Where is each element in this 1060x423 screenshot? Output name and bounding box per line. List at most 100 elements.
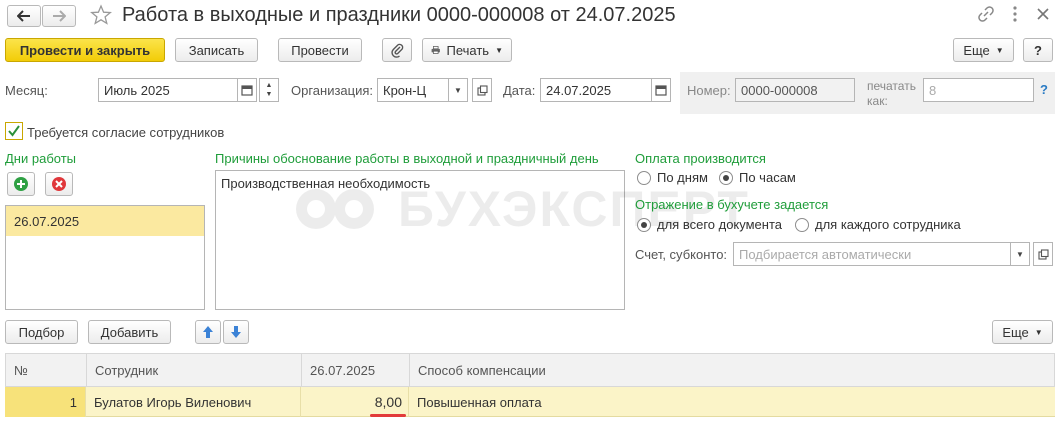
accounting-whole-doc-label: для всего документа — [657, 217, 782, 232]
table-more-button[interactable]: Еще ▼ — [992, 320, 1053, 344]
printer-icon — [431, 46, 440, 54]
chevron-down-icon: ▼ — [1016, 249, 1024, 259]
remove-circle-icon — [52, 177, 66, 191]
post-button[interactable]: Провести — [278, 38, 362, 62]
print-as-label-line2: как: — [867, 94, 888, 108]
table-row[interactable]: 1 Булатов Игорь Виленович 8,00 Повышенна… — [5, 387, 1055, 417]
open-external-icon — [1037, 248, 1049, 260]
add-day-button[interactable] — [7, 172, 35, 196]
arrow-right-icon — [53, 10, 66, 22]
spin-up-icon: ▲ — [265, 82, 273, 89]
list-item[interactable]: 26.07.2025 — [6, 206, 204, 236]
accounting-each-employee-label: для каждого сотрудника — [815, 217, 961, 232]
arrow-left-icon — [17, 10, 30, 22]
column-header-compensation[interactable]: Способ компенсации — [410, 354, 1054, 387]
table-more-label: Еще — [1002, 324, 1029, 340]
window-title: Работа в выходные и праздники 0000-00000… — [122, 4, 676, 26]
arrow-down-icon — [231, 326, 241, 338]
payment-by-days-label: По дням — [657, 170, 708, 185]
table-header: № Сотрудник 26.07.2025 Способ компенсаци… — [5, 353, 1055, 387]
organization-label: Организация: — [291, 83, 374, 98]
more-vertical-icon[interactable] — [1010, 5, 1020, 23]
month-value: Июль 2025 — [104, 82, 170, 98]
date-label: Дата: — [503, 83, 536, 98]
open-external-icon — [476, 84, 488, 96]
accounting-whole-doc-radio[interactable] — [637, 218, 651, 232]
checkmark-icon — [8, 125, 20, 137]
column-header-date[interactable]: 26.07.2025 — [302, 354, 410, 387]
move-up-button[interactable] — [195, 320, 221, 344]
row-number-cell[interactable]: 1 — [5, 387, 86, 417]
month-field[interactable]: Июль 2025 — [98, 78, 238, 102]
calendar-icon — [241, 85, 253, 96]
spin-down-icon: ▼ — [265, 91, 273, 98]
account-field[interactable]: Подбирается автоматически — [733, 242, 1011, 266]
organization-field[interactable]: Крон-Ц — [377, 78, 449, 102]
payment-by-days-radio[interactable] — [637, 171, 651, 185]
row-compensation-cell[interactable]: Повышенная оплата — [409, 387, 1053, 417]
reasons-title: Причины обоснование работы в выходной и … — [215, 151, 599, 166]
chevron-down-icon: ▼ — [1034, 327, 1043, 337]
print-as-value: 8 — [929, 82, 937, 98]
account-open-button[interactable] — [1033, 242, 1053, 266]
column-header-number[interactable]: № — [6, 354, 87, 387]
organization-dropdown-button[interactable]: ▼ — [448, 78, 468, 102]
print-button[interactable]: Печать ▼ — [422, 38, 512, 62]
date-field[interactable]: 24.07.2025 — [540, 78, 652, 102]
consent-label: Требуется согласие сотрудников — [27, 125, 225, 140]
close-icon[interactable] — [1036, 7, 1050, 21]
calendar-icon — [655, 85, 667, 96]
more-button-label: Еще — [963, 42, 990, 58]
add-button[interactable]: Добавить — [88, 320, 171, 344]
chevron-down-icon: ▼ — [495, 45, 503, 55]
chevron-down-icon: ▼ — [454, 85, 462, 95]
account-placeholder: Подбирается автоматически — [739, 246, 912, 262]
row-hours-cell[interactable]: 8,00 — [301, 387, 409, 417]
month-label: Месяц: — [5, 83, 48, 98]
save-button[interactable]: Записать — [175, 38, 258, 62]
payment-title: Оплата производится — [635, 151, 766, 166]
month-spinner[interactable]: ▲ ▼ — [259, 78, 279, 102]
number-value: 0000-000008 — [741, 82, 818, 98]
post-and-close-button[interactable]: Провести и закрыть — [5, 38, 165, 62]
month-calendar-button[interactable] — [237, 78, 257, 102]
print-button-label: Печать — [446, 42, 490, 58]
back-button[interactable] — [7, 5, 41, 27]
chevron-down-icon: ▼ — [995, 45, 1004, 55]
move-down-button[interactable] — [223, 320, 249, 344]
accounting-title: Отражение в бухучете задается — [635, 197, 829, 212]
work-days-title: Дни работы — [5, 151, 77, 166]
favorite-star-icon[interactable] — [90, 4, 112, 26]
attach-button[interactable] — [382, 38, 412, 62]
accounting-each-employee-radio[interactable] — [795, 218, 809, 232]
payment-by-hours-radio[interactable] — [719, 171, 733, 185]
print-as-field[interactable]: 8 — [923, 78, 1034, 102]
forward-button[interactable] — [42, 5, 76, 27]
number-label: Номер: — [687, 83, 731, 98]
organization-open-button[interactable] — [472, 78, 492, 102]
row-employee-cell[interactable]: Булатов Игорь Виленович — [86, 387, 301, 417]
help-button[interactable]: ? — [1023, 38, 1053, 62]
column-header-employee[interactable]: Сотрудник — [87, 354, 302, 387]
paperclip-icon — [391, 43, 404, 58]
remove-day-button[interactable] — [45, 172, 73, 196]
print-as-label-line1: печатать — [867, 79, 916, 93]
print-as-help-link[interactable]: ? — [1040, 82, 1048, 97]
reasons-text: Производственная необходимость — [221, 176, 431, 191]
link-icon[interactable] — [978, 6, 994, 22]
account-dropdown-button[interactable]: ▼ — [1010, 242, 1030, 266]
organization-value: Крон-Ц — [383, 82, 427, 98]
date-value: 24.07.2025 — [546, 82, 612, 98]
arrow-up-icon — [203, 326, 213, 338]
more-button[interactable]: Еще ▼ — [953, 38, 1014, 62]
consent-checkbox[interactable] — [5, 122, 23, 140]
plus-circle-icon — [14, 177, 28, 191]
payment-by-hours-label: По часам — [739, 170, 796, 185]
hours-underline-marker — [370, 414, 406, 417]
pick-button[interactable]: Подбор — [5, 320, 78, 344]
work-days-list[interactable]: 26.07.2025 — [5, 205, 205, 310]
account-label: Счет, субконто: — [635, 247, 728, 262]
reasons-textarea[interactable]: Производственная необходимость — [215, 170, 625, 310]
number-field[interactable]: 0000-000008 — [735, 78, 855, 102]
date-calendar-button[interactable] — [651, 78, 671, 102]
